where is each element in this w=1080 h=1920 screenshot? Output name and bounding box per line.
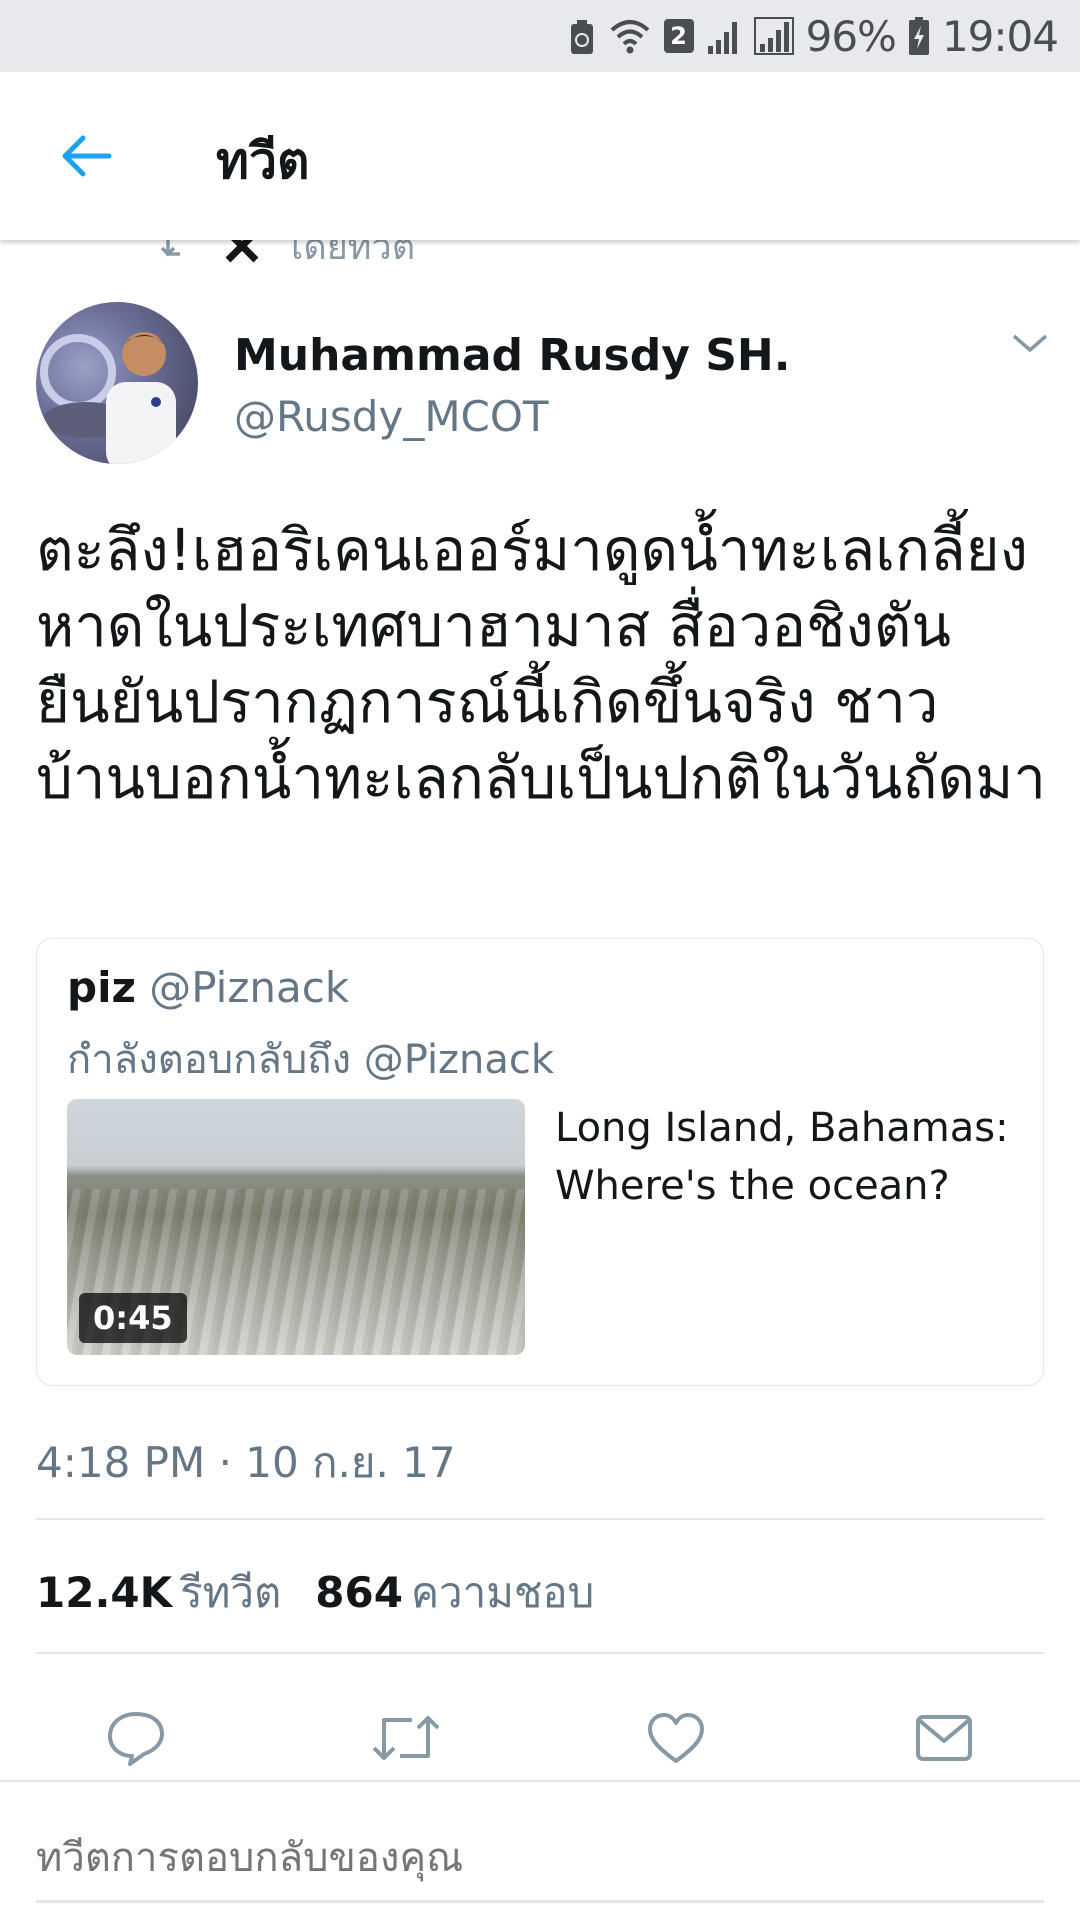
reply-button[interactable]	[90, 1692, 182, 1784]
reply-input-underline	[36, 1900, 1044, 1903]
reply-icon	[108, 1712, 164, 1766]
author-name[interactable]: Muhammad Rusdy SH.	[234, 330, 790, 381]
quote-text: Long Island, Bahamas: Where's the ocean?	[555, 1105, 1009, 1209]
retweets-count: 12.4K	[36, 1568, 173, 1617]
retweet-icon	[372, 1716, 440, 1760]
share-button[interactable]	[898, 1692, 990, 1784]
share-mail-icon	[916, 1715, 972, 1761]
avatar[interactable]	[36, 302, 198, 464]
tweet-timestamp: 4:18 PM · 10 ก.ย. 17	[36, 1438, 456, 1487]
back-arrow-icon	[62, 135, 112, 177]
signal-icon-2	[753, 17, 794, 55]
signal-icon-1	[707, 22, 737, 54]
more-options-button[interactable]	[1010, 332, 1050, 362]
divider	[0, 1780, 1080, 1782]
retweets-label: รีทวีต	[180, 1568, 282, 1617]
action-bar	[0, 1692, 1080, 1784]
clock: 19:04	[941, 11, 1059, 61]
author-handle[interactable]: @Rusdy_MCOT	[234, 392, 549, 441]
divider	[36, 1518, 1044, 1520]
app-bar: ทวีต	[0, 72, 1080, 240]
chevron-down-icon	[1012, 334, 1048, 353]
avatar-image	[40, 332, 176, 464]
tweet-stats: 12.4K รีทวีต 864 ความชอบ	[36, 1560, 594, 1626]
quote-author-handle: @Piznack	[149, 963, 350, 1012]
sim-badge: 2	[663, 19, 694, 53]
video-duration: 0:45	[79, 1293, 187, 1343]
battery-charging-icon	[908, 17, 929, 55]
retweet-button[interactable]	[360, 1692, 452, 1784]
reply-input[interactable]	[36, 1826, 1044, 1890]
battery-percent: 96%	[805, 11, 897, 61]
likes-count: 864	[315, 1568, 403, 1617]
back-button[interactable]	[46, 116, 126, 196]
likes-label: ความชอบ	[410, 1568, 595, 1617]
recycle-notification-icon	[570, 20, 593, 54]
likes-stat[interactable]: 864 ความชอบ	[315, 1560, 594, 1626]
video-thumbnail[interactable]: 0:45	[67, 1099, 525, 1355]
tweet-text: ตะลึง!เฮอริเคนเออร์มาดูดน้ำทะเลเกลี้ยงหา…	[36, 516, 1046, 812]
quote-header: piz @Piznack	[67, 963, 349, 1012]
like-icon	[648, 1713, 704, 1763]
status-bar: 2 96% 19:04	[0, 0, 1080, 72]
quoted-tweet-card[interactable]: piz @Piznack กำลังตอบกลับถึง @Piznack 0:…	[36, 938, 1044, 1386]
quote-reply-to: กำลังตอบกลับถึง @Piznack	[67, 1037, 555, 1083]
divider	[36, 1652, 1044, 1654]
wifi-icon	[610, 20, 649, 54]
quote-author-name: piz	[67, 963, 136, 1012]
like-button[interactable]	[630, 1692, 722, 1784]
page-title: ทวีต	[216, 132, 310, 190]
retweets-stat[interactable]: 12.4K รีทวีต	[36, 1560, 281, 1626]
